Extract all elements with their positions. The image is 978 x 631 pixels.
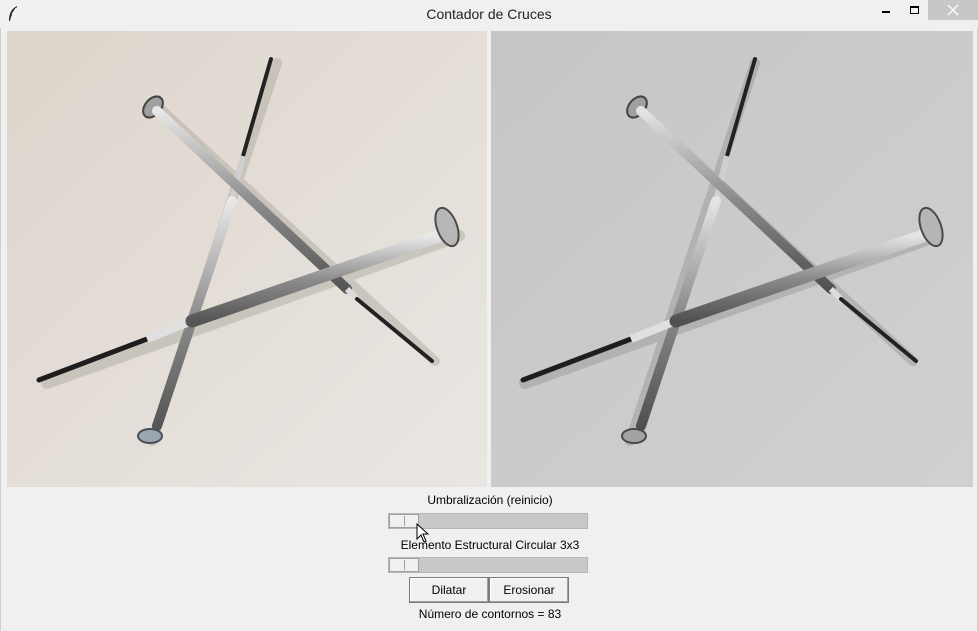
threshold-slider-thumb[interactable]	[389, 514, 419, 528]
threshold-label: Umbralización (reinicio)	[427, 493, 553, 507]
contour-count-label: Número de contornos = 83	[418, 607, 562, 621]
mouse-cursor-icon	[416, 523, 430, 543]
window-title: Contador de Cruces	[426, 6, 552, 22]
close-button[interactable]	[928, 0, 978, 20]
close-icon	[947, 4, 959, 16]
grayscale-photo	[491, 31, 973, 487]
dilate-button[interactable]: Dilatar	[409, 577, 489, 603]
struct-element-slider[interactable]	[388, 557, 588, 573]
title-bar: Contador de Cruces	[0, 0, 978, 28]
struct-element-label: Elemento Estructural Circular 3x3	[400, 538, 580, 552]
client-area: Umbralización (reinicio) Elemento Estruc…	[0, 28, 978, 631]
struct-element-slider-thumb[interactable]	[389, 558, 419, 572]
screwdrivers-gray-image	[491, 31, 973, 487]
color-photo	[7, 31, 487, 487]
minimize-icon	[882, 11, 890, 13]
maximize-icon	[909, 6, 919, 14]
erode-button[interactable]: Erosionar	[489, 577, 569, 603]
screwdrivers-color-image	[7, 31, 487, 487]
